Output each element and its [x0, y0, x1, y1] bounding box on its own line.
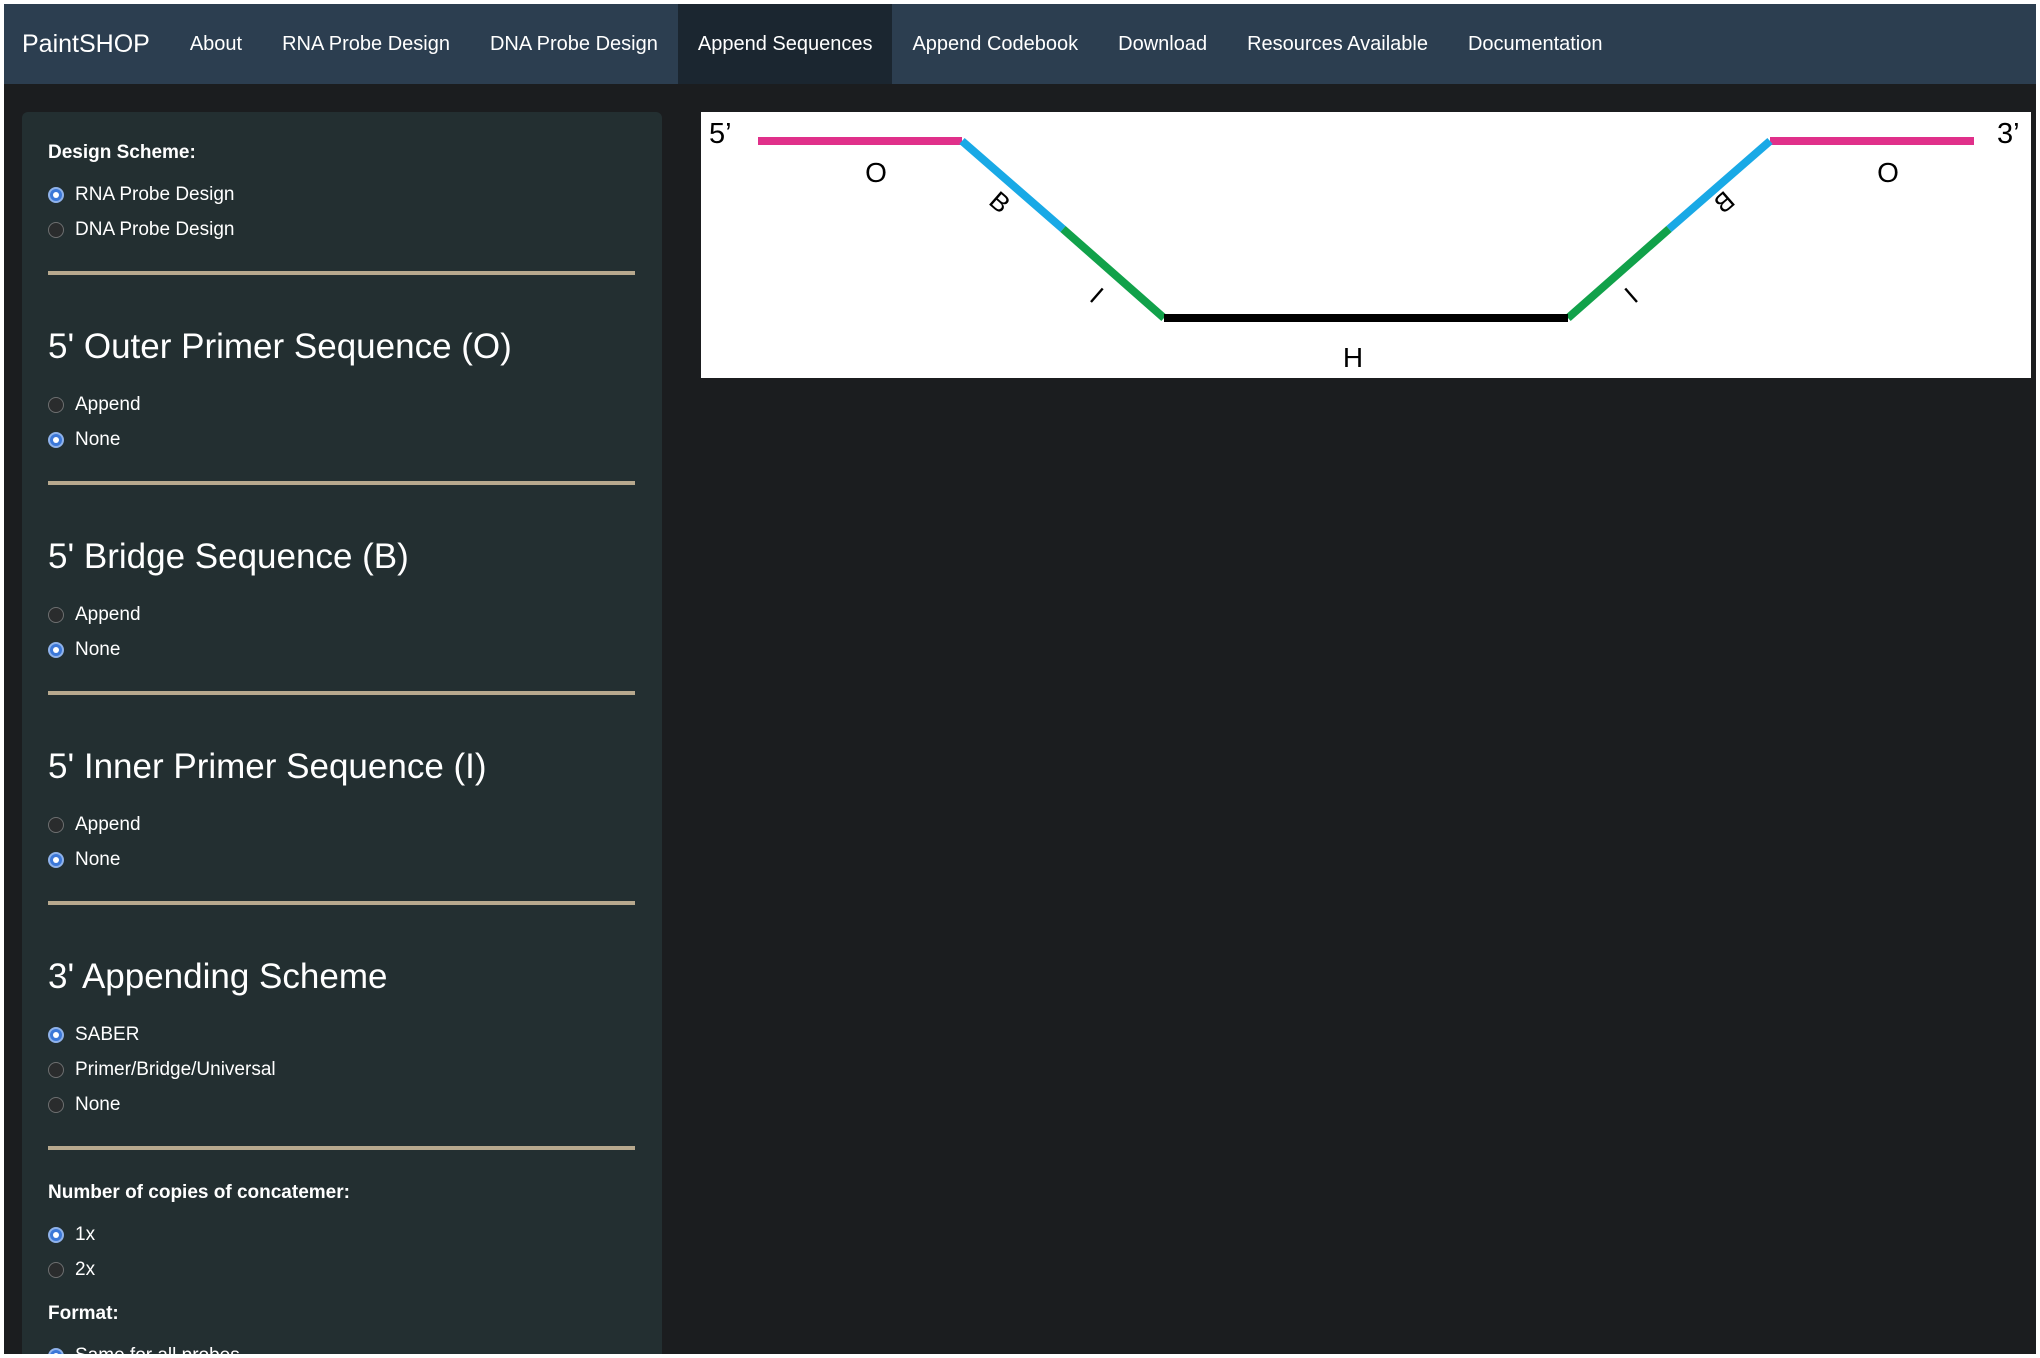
probe-diagram: 5’ 3’ O O B B I I H [701, 112, 2031, 378]
radio-button[interactable] [48, 1096, 64, 1113]
section-divider [48, 691, 635, 695]
design-scheme-group: Design Scheme: RNA Probe Design DNA Prob… [48, 142, 636, 247]
inner-primer-title: 5' Inner Primer Sequence (I) [48, 747, 487, 786]
format-label: Format: [48, 1303, 119, 1324]
probe-diagram-svg: 5’ 3’ O O B B I I H [709, 118, 2020, 373]
radio-label: 1x [75, 1223, 96, 1245]
radio-label: Primer/Bridge/Universal [75, 1058, 276, 1080]
radio-button-checked[interactable] [48, 1347, 64, 1354]
radio-label: Same for all probes [75, 1345, 240, 1355]
radio-button[interactable] [48, 1061, 64, 1078]
radio-saber[interactable]: SABER [48, 1017, 636, 1052]
navbar: PaintSHOP About RNA Probe Design DNA Pro… [4, 4, 2036, 84]
radio-button[interactable] [48, 816, 64, 833]
radio-button[interactable] [48, 221, 64, 238]
radio-label: 2x [75, 1258, 96, 1280]
radio-label: SABER [75, 1023, 140, 1045]
radio-label: Append [75, 603, 141, 625]
design-scheme-label: Design Scheme: [48, 142, 196, 163]
radio-button-checked[interactable] [48, 431, 64, 448]
radio-label: None [75, 428, 121, 450]
radio-button[interactable] [48, 1261, 64, 1278]
copies-group: Number of copies of concatemer: 1x 2x [48, 1182, 636, 1287]
radio-button-checked[interactable] [48, 1226, 64, 1243]
nav-append-codebook[interactable]: Append Codebook [892, 4, 1098, 84]
radio-2x[interactable]: 2x [48, 1252, 636, 1287]
inner-primer-group: 5' Inner Primer Sequence (I) Append None [48, 747, 636, 877]
radio-button[interactable] [48, 396, 64, 413]
radio-bridge-none[interactable]: None [48, 632, 636, 667]
settings-sidebar: Design Scheme: RNA Probe Design DNA Prob… [22, 112, 662, 1354]
app-window: PaintSHOP About RNA Probe Design DNA Pro… [4, 4, 2036, 1354]
outer-primer-title: 5' Outer Primer Sequence (O) [48, 327, 512, 366]
inner-label-left: I [1084, 282, 1109, 309]
radio-inner-append[interactable]: Append [48, 807, 636, 842]
nav-dna-probe-design[interactable]: DNA Probe Design [470, 4, 678, 84]
bridge-group: 5' Bridge Sequence (B) Append None [48, 537, 636, 667]
nav-resources-available[interactable]: Resources Available [1227, 4, 1448, 84]
outer-label-left: O [865, 157, 887, 188]
radio-outer-append[interactable]: Append [48, 387, 636, 422]
copies-label: Number of copies of concatemer: [48, 1182, 350, 1203]
section-divider [48, 1146, 635, 1150]
nav-tabs: About RNA Probe Design DNA Probe Design … [170, 4, 1623, 84]
inner-label-right: I [1619, 282, 1644, 309]
radio-dna-probe-design[interactable]: DNA Probe Design [48, 212, 636, 247]
bridge-label-left: B [984, 185, 1017, 219]
nav-download[interactable]: Download [1098, 4, 1227, 84]
radio-primer-bridge-universal[interactable]: Primer/Bridge/Universal [48, 1052, 636, 1087]
bridge-segment-right [1666, 137, 1773, 233]
radio-label: None [75, 848, 121, 870]
radio-1x[interactable]: 1x [48, 1217, 636, 1252]
outer-label-right: O [1877, 157, 1899, 188]
brand-link[interactable]: PaintSHOP [4, 4, 170, 84]
section-divider [48, 481, 635, 485]
bridge-title: 5' Bridge Sequence (B) [48, 537, 409, 576]
radio-label: Append [75, 393, 141, 415]
nav-about[interactable]: About [170, 4, 262, 84]
radio-button-checked[interactable] [48, 851, 64, 868]
radio-label: None [75, 1093, 121, 1115]
inner-segment-right [1565, 225, 1672, 322]
three-prime-label: 3’ [1997, 118, 2020, 150]
radio-button[interactable] [48, 606, 64, 623]
radio-button-checked[interactable] [48, 1026, 64, 1043]
radio-inner-none[interactable]: None [48, 842, 636, 877]
radio-rna-probe-design[interactable]: RNA Probe Design [48, 177, 636, 212]
bridge-segment-left [959, 137, 1066, 233]
nav-documentation[interactable]: Documentation [1448, 4, 1623, 84]
five-prime-label: 5’ [709, 118, 732, 150]
radio-button-checked[interactable] [48, 186, 64, 203]
radio-same-for-all-probes[interactable]: Same for all probes [48, 1338, 636, 1354]
inner-segment-left [1060, 225, 1167, 322]
section-divider [48, 901, 635, 905]
radio-label: Append [75, 813, 141, 835]
appending-scheme-group: 3' Appending Scheme SABER Primer/Bridge/… [48, 957, 636, 1122]
radio-label: RNA Probe Design [75, 183, 235, 205]
radio-outer-none[interactable]: None [48, 422, 636, 457]
appending-scheme-title: 3' Appending Scheme [48, 957, 388, 996]
outer-primer-group: 5' Outer Primer Sequence (O) Append None [48, 327, 636, 457]
nav-rna-probe-design[interactable]: RNA Probe Design [262, 4, 470, 84]
radio-scheme-none[interactable]: None [48, 1087, 636, 1122]
radio-label: DNA Probe Design [75, 218, 235, 240]
radio-label: None [75, 638, 121, 660]
homology-label: H [1343, 342, 1363, 373]
radio-button-checked[interactable] [48, 641, 64, 658]
nav-append-sequences[interactable]: Append Sequences [677, 4, 893, 84]
format-group: Format: Same for all probes [48, 1303, 636, 1354]
section-divider [48, 271, 635, 275]
radio-bridge-append[interactable]: Append [48, 597, 636, 632]
